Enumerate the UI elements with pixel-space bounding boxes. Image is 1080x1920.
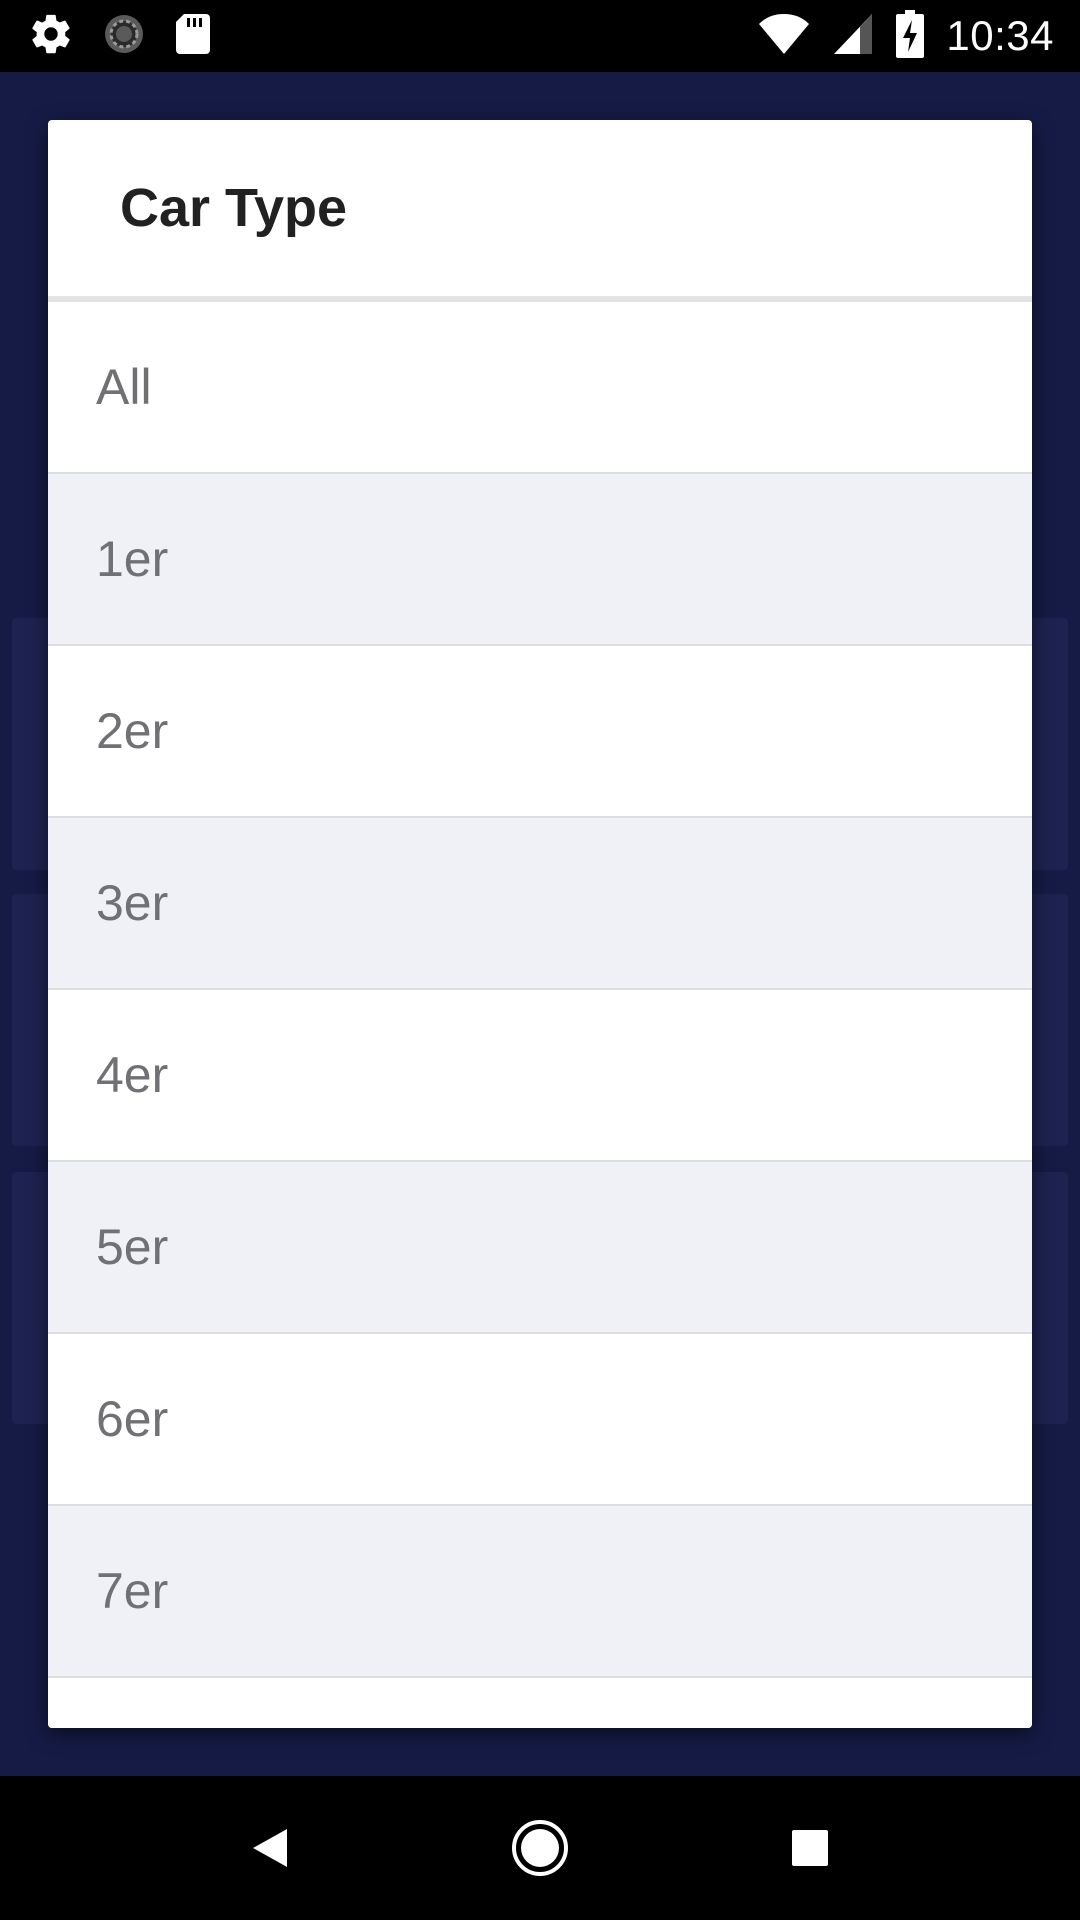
battery-charging-icon (896, 9, 925, 63)
option-label: 1er (96, 531, 169, 587)
back-button[interactable] (198, 1776, 342, 1920)
option-label: 2er (96, 703, 169, 759)
option-label: 6er (96, 1391, 169, 1447)
list-item-1er[interactable]: 1er (48, 474, 1032, 646)
option-label: All (96, 359, 152, 415)
wifi-icon (758, 12, 810, 61)
list-item-6er[interactable]: 6er (48, 1334, 1032, 1506)
recents-button[interactable] (738, 1776, 882, 1920)
nav-bar (0, 1776, 1080, 1920)
status-time: 10:34 (946, 12, 1054, 59)
gear-icon (28, 11, 74, 62)
option-label: 3er (96, 875, 169, 931)
dialog-title: Car Type (120, 178, 348, 238)
home-button[interactable] (468, 1776, 612, 1920)
back-icon (253, 1829, 287, 1867)
list-item-all[interactable]: All (48, 302, 1032, 474)
cell-signal-icon (832, 12, 874, 61)
car-type-list[interactable]: All 1er 2er 3er 4er 5er 6er 7er (48, 302, 1032, 1728)
status-bar-right: 10:34 (758, 9, 1054, 63)
sync-icon (102, 12, 146, 61)
car-type-dialog: Car Type All 1er 2er 3er 4er 5er 6er 7er (48, 120, 1032, 1728)
home-icon (512, 1820, 568, 1876)
list-item-partial[interactable] (48, 1678, 1032, 1728)
list-item-3er[interactable]: 3er (48, 818, 1032, 990)
sd-card-icon (174, 12, 212, 61)
option-label: 4er (96, 1047, 169, 1103)
dialog-header: Car Type (48, 120, 1032, 302)
list-item-2er[interactable]: 2er (48, 646, 1032, 818)
list-item-4er[interactable]: 4er (48, 990, 1032, 1162)
status-bar: 10:34 (0, 0, 1080, 72)
option-label: 5er (96, 1219, 169, 1275)
list-item-7er[interactable]: 7er (48, 1506, 1032, 1678)
status-bar-left (28, 12, 212, 60)
recents-icon (792, 1830, 828, 1866)
option-label: 7er (96, 1563, 169, 1619)
list-item-5er[interactable]: 5er (48, 1162, 1032, 1334)
